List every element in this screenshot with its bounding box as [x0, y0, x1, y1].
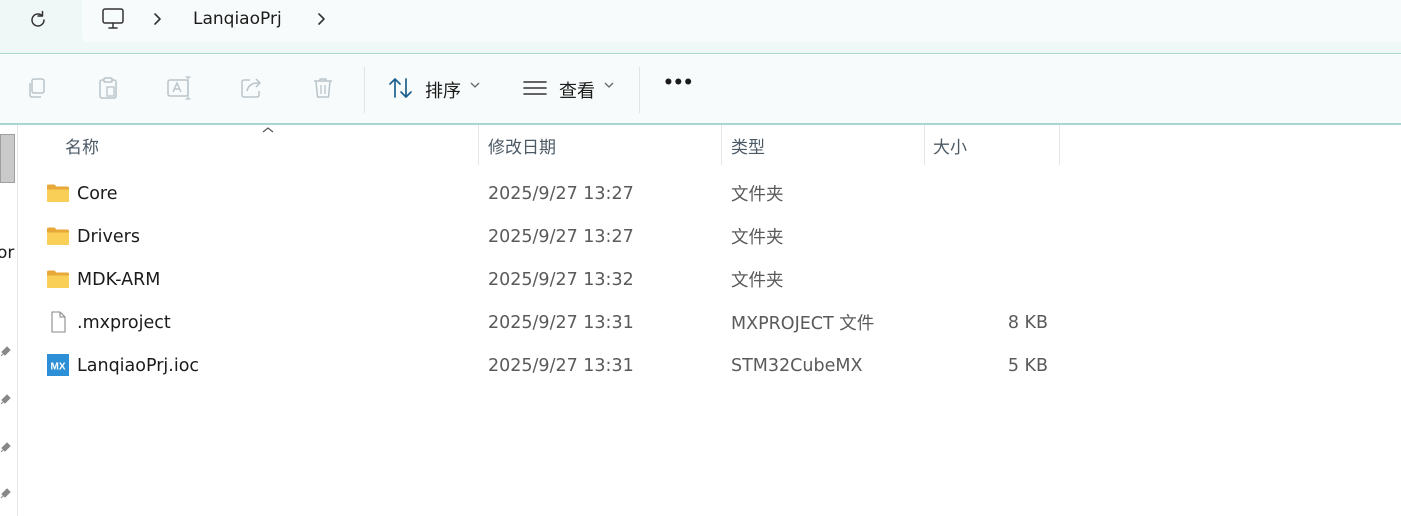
chevron-down-icon: [604, 82, 614, 88]
trash-icon: [314, 78, 332, 98]
folder-icon: [47, 227, 69, 245]
file-name: Core: [77, 183, 118, 204]
this-pc-icon: [102, 8, 124, 29]
rename-icon: [167, 76, 191, 100]
file-size: 8 KB: [1007, 312, 1048, 333]
file-modified: 2025/9/27 13:27: [488, 226, 634, 247]
file-type: 文件夹: [731, 185, 784, 205]
file-list: 名称 修改日期 类型 大小 Core 2025/9/27 13:27 文件夹 D…: [18, 125, 1401, 516]
toolbar-divider: [364, 67, 365, 113]
column-divider[interactable]: [478, 125, 479, 165]
pin-icon[interactable]: [0, 439, 12, 453]
file-size: [933, 215, 1048, 258]
file-row[interactable]: MDK-ARM 2025/9/27 13:32 文件夹: [18, 258, 1060, 301]
share-icon: [241, 78, 261, 98]
share-button[interactable]: [234, 71, 268, 105]
copy-icon: [29, 78, 45, 98]
column-header-type[interactable]: 类型: [731, 125, 765, 165]
sort-button[interactable]: [384, 71, 418, 105]
view-button[interactable]: [518, 71, 552, 105]
svg-text:MX: MX: [51, 362, 66, 373]
pin-icon[interactable]: [0, 485, 12, 499]
view-list-icon: [523, 81, 547, 95]
folder-icon: [47, 184, 69, 202]
column-header-name[interactable]: 名称: [65, 125, 99, 165]
file-type: 文件夹: [731, 228, 784, 248]
breadcrumb-separator[interactable]: [152, 0, 164, 38]
file-modified: 2025/9/27 13:31: [488, 312, 634, 333]
chevron-down-icon: [470, 82, 480, 88]
mx-file-icon: MX: [47, 354, 69, 376]
chevron-right-icon: [154, 13, 161, 25]
file-name: LanqiaoPrj.ioc: [77, 355, 200, 376]
file-size: 5 KB: [1007, 355, 1048, 376]
file-modified: 2025/9/27 13:27: [488, 183, 634, 204]
breadcrumb-this-pc[interactable]: [100, 0, 126, 38]
chevron-right-icon: [318, 13, 325, 25]
column-header-modified[interactable]: 修改日期: [488, 125, 556, 165]
file-size: [933, 172, 1048, 215]
command-bar: 排序 查看 •••: [0, 55, 1401, 125]
file-modified: 2025/9/27 13:32: [488, 269, 634, 290]
copy-button[interactable]: [19, 71, 53, 105]
file-icon: [51, 311, 66, 333]
folder-icon: [47, 270, 69, 288]
breadcrumb-item-lanqiaoprj[interactable]: LanqiaoPrj: [193, 0, 282, 38]
pin-icon[interactable]: [0, 343, 12, 357]
file-name: .mxproject: [77, 312, 171, 333]
file-modified: 2025/9/27 13:31: [488, 355, 634, 376]
sort-label[interactable]: 排序: [425, 77, 461, 103]
file-row[interactable]: .mxproject 2025/9/27 13:31 MXPROJECT 文件 …: [18, 301, 1060, 344]
nav-scrollbar-thumb[interactable]: [0, 134, 15, 183]
breadcrumb-separator[interactable]: [316, 0, 328, 38]
file-name: MDK-ARM: [77, 269, 161, 290]
column-divider[interactable]: [721, 125, 722, 165]
breadcrumb-label: LanqiaoPrj: [193, 9, 282, 29]
refresh-button[interactable]: [24, 6, 52, 34]
nav-item-truncated-label[interactable]: or: [0, 243, 14, 263]
paste-icon: [99, 77, 117, 99]
sort-ascending-indicator-icon: [262, 127, 274, 133]
column-divider[interactable]: [924, 125, 925, 165]
file-type: STM32CubeMX: [731, 355, 863, 376]
more-options-button[interactable]: •••: [663, 73, 694, 93]
file-name: Drivers: [77, 226, 140, 247]
file-size: [933, 258, 1048, 301]
sort-icon: [389, 78, 412, 98]
refresh-icon: [31, 10, 45, 27]
breadcrumb: LanqiaoPrj: [82, 0, 1401, 42]
file-row[interactable]: Drivers 2025/9/27 13:27 文件夹: [18, 215, 1060, 258]
navigation-pane: or: [0, 125, 18, 516]
address-bar: LanqiaoPrj: [0, 0, 1401, 54]
column-divider[interactable]: [1059, 125, 1060, 165]
file-row[interactable]: MX LanqiaoPrj.ioc 2025/9/27 13:31 STM32C…: [18, 344, 1060, 387]
toolbar-divider: [639, 67, 640, 113]
file-type: 文件夹: [731, 271, 784, 291]
pin-icon[interactable]: [0, 391, 12, 405]
column-header-size[interactable]: 大小: [933, 125, 967, 165]
view-label[interactable]: 查看: [559, 77, 595, 103]
file-row[interactable]: Core 2025/9/27 13:27 文件夹: [18, 172, 1060, 215]
delete-button[interactable]: [306, 71, 340, 105]
file-type: MXPROJECT 文件: [731, 314, 875, 334]
rename-button[interactable]: [162, 71, 196, 105]
paste-button[interactable]: [91, 71, 125, 105]
